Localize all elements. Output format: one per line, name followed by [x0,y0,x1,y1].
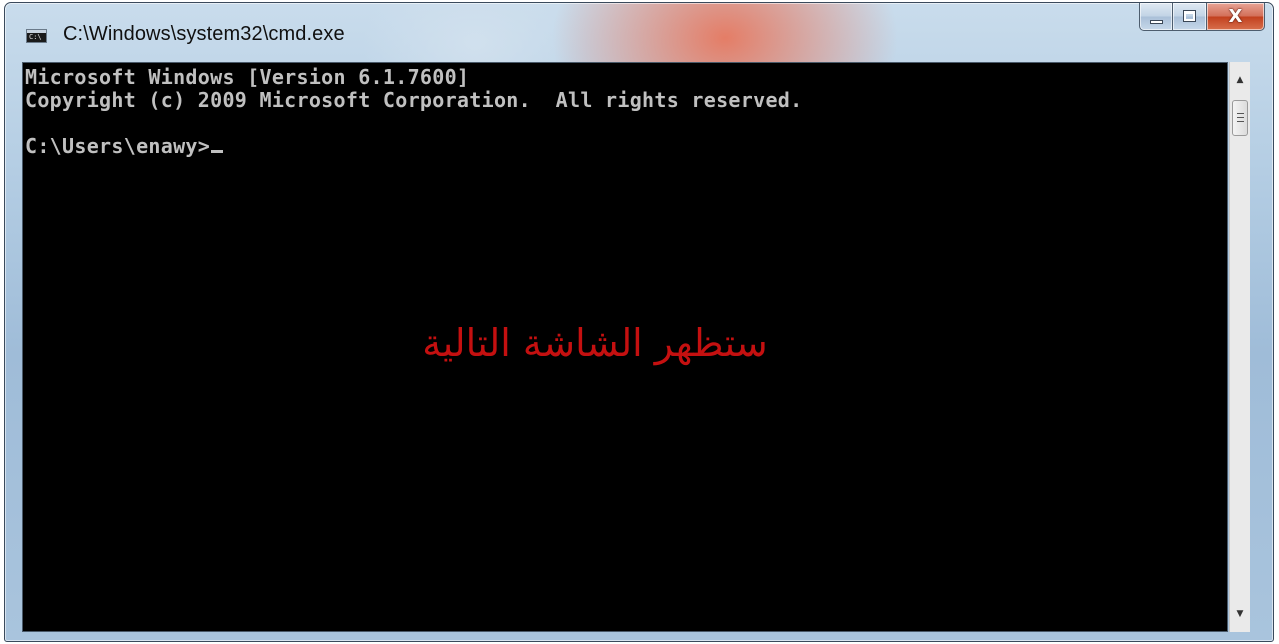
console-line-copyright: Copyright (c) 2009 Microsoft Corporation… [25,88,803,112]
console-text: Microsoft Windows [Version 6.1.7600] Cop… [25,66,802,158]
close-icon: X [1228,6,1243,27]
minimize-button[interactable] [1139,3,1173,31]
cmd-icon-text: C:\ [29,33,42,41]
window-title: C:\Windows\system32\cmd.exe [63,23,345,45]
title-bar[interactable]: C:\ C:\Windows\system32\cmd.exe X [5,3,1273,59]
maximize-button[interactable] [1173,3,1207,31]
text-cursor [211,150,224,153]
scroll-grip-line [1237,113,1244,114]
console-line-version: Microsoft Windows [Version 6.1.7600] [25,65,470,89]
scroll-thumb[interactable] [1232,100,1248,136]
vertical-scrollbar[interactable]: ▲ ▼ [1229,62,1250,632]
console-output[interactable]: Microsoft Windows [Version 6.1.7600] Cop… [22,62,1228,632]
scroll-grip-line [1237,117,1244,118]
scroll-grip-line [1237,121,1244,122]
window-bottom-border [5,631,1273,641]
arabic-caption: ستظهر الشاشة التالية [422,321,768,365]
close-button[interactable]: X [1207,3,1265,31]
cmd-icon[interactable]: C:\ [26,29,47,43]
caption-buttons: X [1139,3,1265,33]
scroll-up-icon[interactable]: ▲ [1230,70,1250,90]
scroll-down-icon[interactable]: ▼ [1230,604,1250,624]
minimize-icon [1150,20,1163,24]
command-prompt[interactable]: C:\Users\enawy> [25,134,210,158]
cmd-window: C:\ C:\Windows\system32\cmd.exe X Micros… [4,2,1274,642]
maximize-icon [1183,10,1196,22]
